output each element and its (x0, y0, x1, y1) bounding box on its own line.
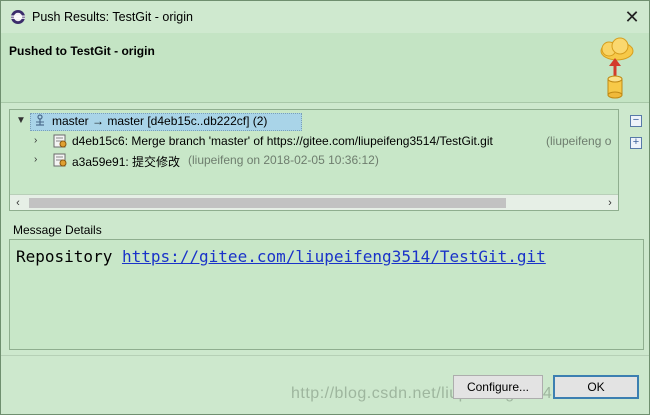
repository-link[interactable]: https://gitee.com/liupeifeng3514/TestGit… (122, 247, 546, 266)
scroll-right-icon[interactable]: › (602, 195, 618, 211)
header-title: Pushed to TestGit - origin (9, 44, 155, 58)
configure-button[interactable]: Configure... (453, 375, 543, 399)
expand-all-button[interactable]: + (630, 137, 642, 149)
commit-meta: (liupeifeng on 2018-02-05 10:36:12) (188, 153, 379, 167)
commit-label: d4eb15c6: Merge branch 'master' of https… (72, 134, 493, 148)
dialog-header: Pushed to TestGit - origin (1, 33, 649, 103)
cloud-push-icon (600, 37, 634, 99)
branch-ref-icon (36, 114, 44, 126)
commit-meta: (liupeifeng o (546, 134, 612, 148)
collapse-all-icon: − (632, 114, 640, 126)
push-results-dialog: Push Results: TestGit - origin ✕ Pushed … (0, 0, 650, 415)
expand-toggle-icon[interactable]: › (34, 154, 37, 165)
horizontal-scrollbar[interactable]: ‹ › (10, 194, 618, 210)
commit-icon (53, 153, 67, 167)
commit-label: a3a59e91: 提交修改 (72, 155, 181, 169)
window-title: Push Results: TestGit - origin (32, 10, 193, 24)
collapse-all-button[interactable]: − (630, 115, 642, 127)
scrollbar-thumb[interactable] (29, 198, 506, 208)
expand-all-icon: + (632, 136, 640, 148)
push-results-tree[interactable]: ▼ master → master [d4eb15c..db222cf] (2)… (9, 109, 619, 211)
ref-update-label: master → master [d4eb15c..db222cf] (2) (52, 114, 268, 128)
expand-toggle-icon[interactable]: › (34, 135, 37, 146)
ok-button[interactable]: OK (553, 375, 639, 399)
commit-icon (53, 134, 67, 148)
eclipse-app-icon (11, 10, 25, 24)
repository-prefix: Repository (16, 247, 113, 266)
scroll-left-icon[interactable]: ‹ (10, 195, 26, 211)
message-details-box[interactable]: Repository https://gitee.com/liupeifeng3… (9, 239, 644, 350)
collapse-toggle-icon[interactable]: ▼ (16, 115, 26, 126)
close-button[interactable]: ✕ (617, 3, 647, 31)
close-icon: ✕ (624, 6, 640, 27)
footer-divider (1, 355, 649, 356)
message-details-label: Message Details (13, 223, 102, 237)
title-bar: Push Results: TestGit - origin ✕ (1, 1, 649, 33)
